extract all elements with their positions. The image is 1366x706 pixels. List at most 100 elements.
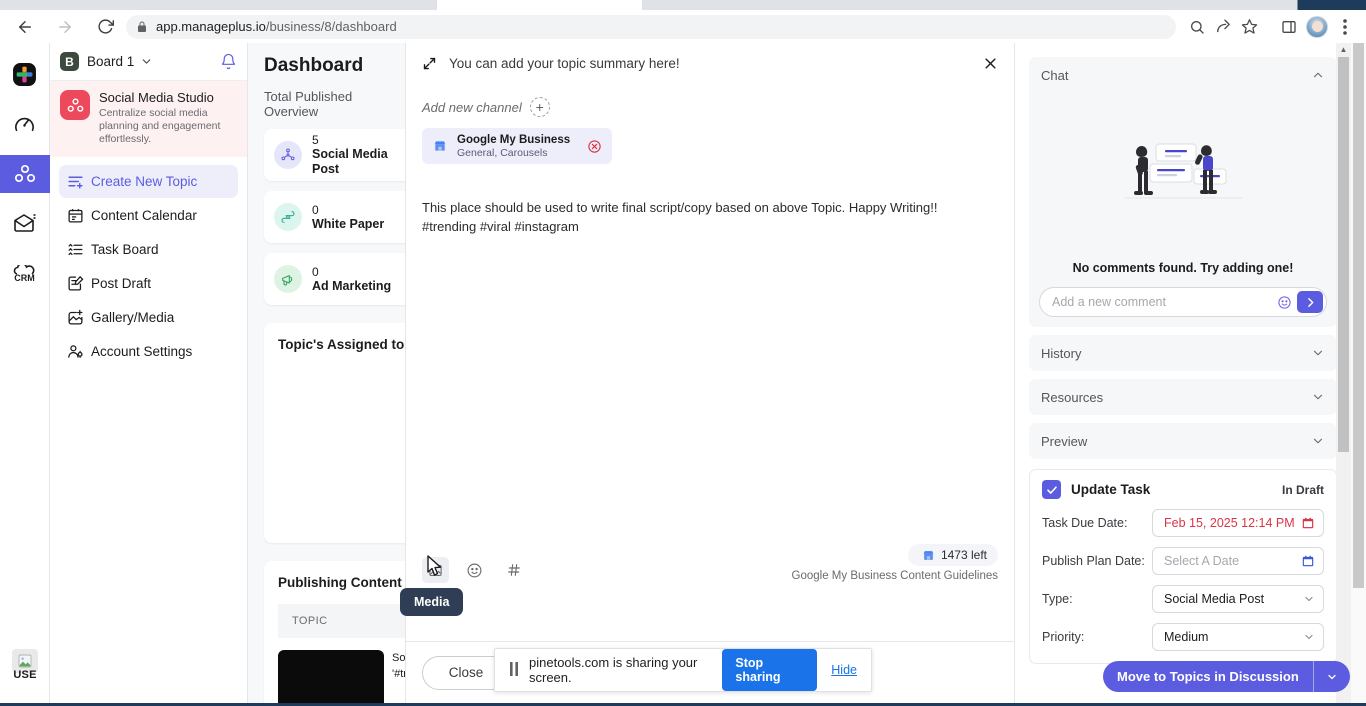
close-x-icon[interactable] — [983, 56, 998, 71]
expand-diagonal-icon[interactable] — [422, 56, 437, 71]
modal-header: You can add your topic summary here! — [406, 43, 1014, 83]
dashboard-subtitle: Total Published Overview — [264, 89, 353, 119]
account-settings-icon — [67, 343, 91, 360]
content-editor[interactable]: This place should be used to write final… — [406, 164, 1014, 236]
chevron-down-icon[interactable] — [1303, 631, 1315, 643]
stat-card-white-paper[interactable]: 0 White Paper — [264, 191, 405, 243]
hashtag-icon[interactable] — [500, 557, 527, 583]
emoji-smiley-icon[interactable] — [1277, 295, 1292, 310]
stat-card-social-media-post[interactable]: 5 Social Media Post — [264, 129, 405, 181]
update-task-header: Update Task In Draft — [1042, 480, 1324, 499]
sidebar-item-content-calendar[interactable]: Content Calendar — [59, 199, 238, 232]
panel-scrollbar-thumb[interactable] — [1338, 57, 1349, 452]
field-value: Medium — [1164, 630, 1209, 644]
back-arrow-icon[interactable] — [10, 12, 40, 42]
chevron-down-icon[interactable] — [1314, 671, 1350, 683]
content-guidelines-link[interactable]: Google My Business Content Guidelines — [792, 570, 998, 582]
browser-tab-strip[interactable] — [0, 0, 1366, 10]
chat-title: Chat — [1041, 67, 1069, 83]
emoji-smiley-icon[interactable] — [461, 557, 488, 583]
profile-avatar[interactable] — [1306, 15, 1328, 38]
notification-bell-icon[interactable] — [220, 53, 237, 70]
send-arrow-icon[interactable] — [1297, 291, 1323, 313]
rail-item-campaigns[interactable] — [0, 205, 50, 243]
media-tooltip: Media — [400, 588, 464, 616]
chevron-down-icon[interactable] — [1311, 434, 1325, 448]
channel-chip-google-my-business[interactable]: Google My Business General, Carousels — [422, 128, 612, 164]
post-meta-line1: Soc — [392, 652, 405, 664]
history-accordion-header[interactable]: History — [1029, 335, 1337, 371]
comment-input[interactable] — [1052, 295, 1277, 309]
forward-arrow-icon[interactable] — [50, 12, 80, 42]
gallery-add-icon — [67, 309, 91, 326]
rail-item-dashboard[interactable] — [0, 105, 50, 143]
page-title: Dashboard — [264, 55, 364, 76]
calendar-red-icon[interactable] — [1301, 516, 1315, 530]
field-task-due-date: Task Due Date: Feb 15, 2025 12:14 PM — [1042, 509, 1324, 537]
board-selector[interactable]: B Board 1 — [50, 43, 247, 81]
field-priority: Priority: Medium — [1042, 623, 1324, 651]
field-value: Feb 15, 2025 12:14 PM — [1164, 516, 1295, 530]
pause-bars-icon — [509, 661, 519, 679]
scroll-up-arrow-icon[interactable]: ▲ — [1339, 45, 1348, 54]
share-icon[interactable] — [1210, 14, 1236, 40]
publishing-table-header: TOPIC — [278, 604, 405, 638]
sidebar-item-task-board[interactable]: Task Board — [59, 233, 238, 266]
add-channel-row[interactable]: Add new channel + — [406, 83, 1014, 117]
type-select[interactable]: Social Media Post — [1152, 585, 1324, 613]
chevron-down-icon[interactable] — [1311, 390, 1325, 404]
move-to-topics-button[interactable]: Move to Topics in Discussion — [1103, 661, 1350, 692]
side-panel-icon[interactable] — [1276, 14, 1302, 40]
board-badge: B — [60, 52, 79, 71]
reload-icon[interactable] — [90, 12, 120, 42]
add-channel-label: Add new channel — [422, 99, 522, 115]
field-value: Social Media Post — [1164, 592, 1265, 606]
hide-link[interactable]: Hide — [831, 663, 857, 677]
preview-accordion-header[interactable]: Preview — [1029, 423, 1337, 459]
sidebar-item-label: Gallery/Media — [91, 310, 175, 325]
studio-banner[interactable]: Social Media Studio Centralize social me… — [50, 81, 247, 157]
checkmark-icon[interactable] — [1042, 480, 1061, 499]
chevron-down-icon[interactable] — [140, 55, 153, 68]
chat-accordion-header[interactable]: Chat — [1029, 57, 1337, 93]
stat-card-ad-marketing[interactable]: 0 Ad Marketing — [264, 253, 405, 305]
resources-accordion-header[interactable]: Resources — [1029, 379, 1337, 415]
sidebar-item-create-new-topic[interactable]: Create New Topic — [59, 165, 238, 198]
topic-summary-placeholder[interactable]: You can add your topic summary here! — [449, 56, 680, 71]
panel-scrollbar[interactable]: ▲ — [1336, 43, 1351, 703]
search-icon[interactable] — [1184, 14, 1210, 40]
chevron-down-icon[interactable] — [1311, 346, 1325, 360]
browser-scrollbar-thumb[interactable] — [1353, 43, 1364, 588]
chat-empty-text: No comments found. Try adding one! — [1072, 261, 1294, 275]
sidebar-item-label: Task Board — [91, 242, 159, 257]
app-sidebar: B Board 1 Social Media Studio Centralize… — [50, 43, 248, 703]
stop-sharing-button[interactable]: Stop sharing — [722, 649, 818, 691]
remove-circle-icon[interactable] — [587, 139, 602, 154]
apps-grid-icon — [12, 62, 37, 87]
three-dot-menu-icon[interactable] — [1332, 14, 1358, 40]
sidebar-item-gallery-media[interactable]: Gallery/Media — [59, 301, 238, 334]
publishing-table-row[interactable]: Soc '#tr — [278, 650, 405, 703]
calendar-blue-icon[interactable] — [1301, 554, 1315, 568]
star-icon[interactable] — [1236, 14, 1262, 40]
rail-bottom-label: USE — [13, 669, 37, 681]
sidebar-item-post-draft[interactable]: Post Draft — [59, 267, 238, 300]
field-label: Task Due Date: — [1042, 516, 1128, 530]
sidebar-item-account-settings[interactable]: Account Settings — [59, 335, 238, 368]
rail-bottom-section: USE — [0, 649, 50, 681]
rail-item-apps-grid[interactable] — [0, 55, 50, 93]
address-bar[interactable]: app.manageplus.io/business/8/dashboard — [126, 14, 1176, 39]
stat-label: Social Media Post — [312, 147, 388, 176]
priority-select[interactable]: Medium — [1152, 623, 1324, 651]
chevron-up-icon[interactable] — [1311, 68, 1325, 82]
character-counter: 1473 left — [907, 544, 998, 566]
browser-scrollbar[interactable] — [1351, 43, 1366, 703]
comment-input-wrapper[interactable] — [1039, 287, 1327, 317]
add-channel-plus-icon[interactable]: + — [529, 97, 550, 117]
sidebar-item-label: Create New Topic — [91, 174, 198, 189]
task-due-date-input[interactable]: Feb 15, 2025 12:14 PM — [1152, 509, 1324, 537]
chevron-down-icon[interactable] — [1303, 593, 1315, 605]
rail-item-social-studio[interactable] — [0, 155, 50, 193]
publish-plan-date-input[interactable]: Select A Date — [1152, 547, 1324, 575]
rail-item-crm[interactable]: CRM — [0, 255, 50, 293]
